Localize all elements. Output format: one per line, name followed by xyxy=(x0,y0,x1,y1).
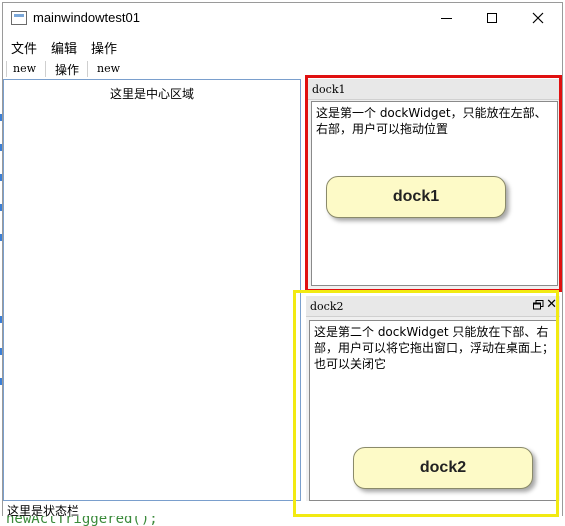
toolbar-separator xyxy=(45,61,46,77)
status-text: 这里是状态栏 xyxy=(7,504,80,518)
toolbar-separator xyxy=(87,61,88,77)
menu-file[interactable]: 文件 xyxy=(11,38,37,57)
highlight-frame-yellow xyxy=(293,290,559,517)
highlight-frame-red xyxy=(305,75,562,292)
close-window-button[interactable] xyxy=(515,3,561,33)
toolbar-handle[interactable] xyxy=(6,61,7,77)
minimize-button[interactable] xyxy=(423,3,469,33)
menu-operations[interactable]: 操作 xyxy=(91,38,117,57)
close-icon xyxy=(532,12,544,24)
background-code-line: newActTriggered(); xyxy=(0,516,565,526)
menu-edit[interactable]: 编辑 xyxy=(51,38,77,57)
toolbar-operations-button[interactable]: 操作 xyxy=(55,61,79,78)
menu-bar: 文件 编辑 操作 xyxy=(3,35,562,57)
toolbar-new-button-2[interactable]: new xyxy=(97,62,120,75)
app-window-icon xyxy=(11,11,27,25)
maximize-icon xyxy=(487,13,497,23)
central-area-label: 这里是中心区域 xyxy=(109,87,194,101)
toolbar-new-button[interactable]: new xyxy=(13,62,36,75)
title-bar[interactable]: mainwindowtest01 xyxy=(3,3,562,33)
central-area[interactable]: 这里是中心区域 xyxy=(3,79,301,501)
window-title: mainwindowtest01 xyxy=(33,10,140,25)
minimize-icon xyxy=(440,17,452,19)
maximize-button[interactable] xyxy=(469,3,515,33)
